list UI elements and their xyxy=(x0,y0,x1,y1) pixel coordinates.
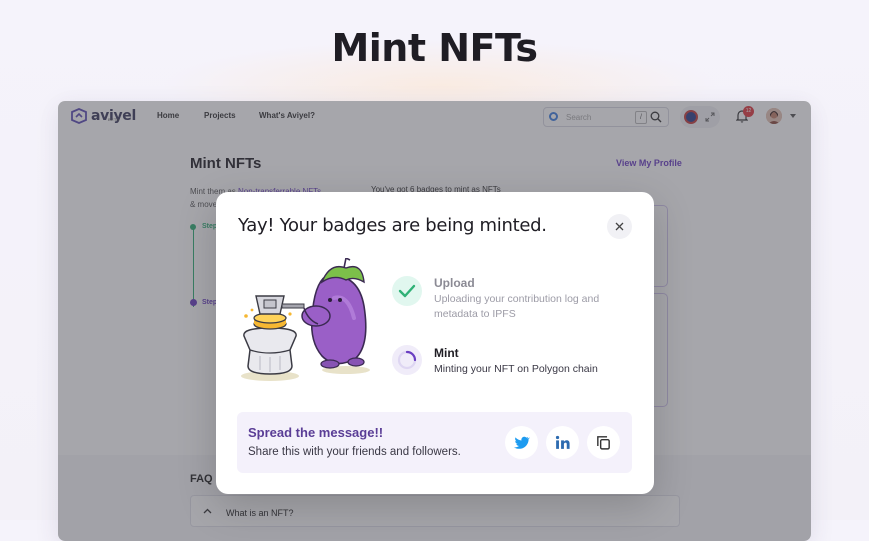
twitter-icon xyxy=(513,436,530,449)
upload-status-indicator xyxy=(392,276,422,306)
upload-step-title: Upload xyxy=(434,276,475,290)
copy-link-button[interactable] xyxy=(587,426,620,459)
share-subtitle: Share this with your friends and followe… xyxy=(248,446,461,458)
hero-title: Mint NFTs xyxy=(331,26,538,70)
upload-step-description: Uploading your contribution log and meta… xyxy=(434,293,600,320)
copy-icon xyxy=(597,436,610,450)
close-button[interactable] xyxy=(607,214,632,239)
share-twitter-button[interactable] xyxy=(505,426,538,459)
eggplant-mascot-illustration xyxy=(241,258,370,381)
mint-step-description: Minting your NFT on Polygon chain xyxy=(434,363,598,375)
minting-modal: Yay! Your badges are being minted. Uploa… xyxy=(216,192,654,494)
modal-title: Yay! Your badges are being minted. xyxy=(238,215,547,236)
spinner-icon xyxy=(397,350,417,370)
share-title: Spread the message!! xyxy=(248,425,384,440)
mint-status-indicator xyxy=(392,345,422,375)
linkedin-icon xyxy=(555,435,570,449)
share-panel: Spread the message!! Share this with you… xyxy=(237,412,632,473)
share-linkedin-button[interactable] xyxy=(546,426,579,459)
mint-step-title: Mint xyxy=(434,346,459,360)
close-icon xyxy=(615,222,624,231)
check-icon xyxy=(398,284,416,298)
